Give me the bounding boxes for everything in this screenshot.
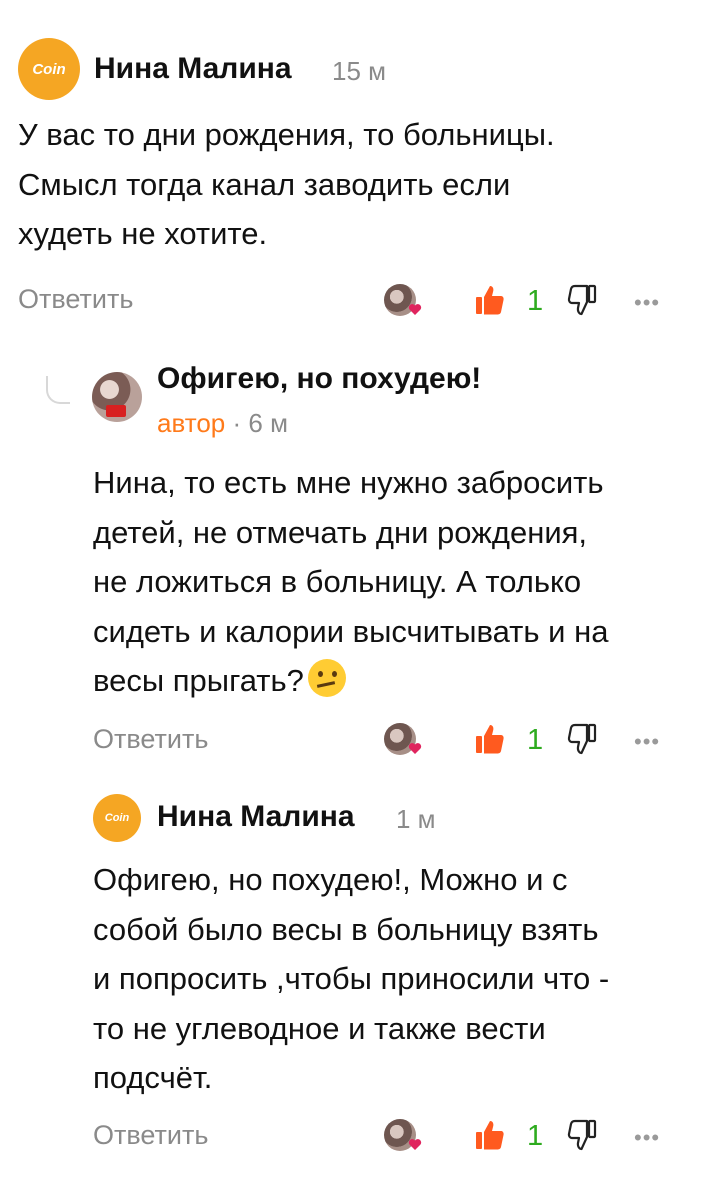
avatar[interactable]	[92, 372, 142, 422]
comment-text-line: Смысл тогда канал заводить если	[18, 166, 511, 202]
comment-time: 1 м	[396, 804, 436, 834]
meta-separator: ·	[232, 408, 242, 438]
comment-text-line: сидеть и калории высчитывать и на	[93, 613, 609, 649]
reply-button[interactable]: Ответить	[93, 724, 208, 755]
comment-text: У вас то дни рождения, то больницы. Смыс…	[18, 110, 555, 259]
comment-time: 6 м	[248, 408, 288, 438]
comment-text-line: Нина, то есть мне нужно забросить	[93, 465, 604, 500]
thinking-face-icon	[307, 659, 346, 697]
heart-icon	[408, 743, 422, 754]
more-dots-icon[interactable]: •••	[634, 729, 660, 755]
comment-text-line: детей, не отмечать дни рождения,	[93, 514, 588, 550]
more-dots-icon[interactable]: •••	[634, 290, 660, 316]
author-name[interactable]: Нина Малина	[94, 52, 292, 86]
thumbs-up-icon[interactable]	[475, 1119, 505, 1151]
author-meta: автор · 6 м	[157, 408, 288, 439]
author-name[interactable]: Нина Малина	[157, 800, 355, 834]
author-tag: автор	[157, 408, 226, 438]
reply-button[interactable]: Ответить	[18, 284, 133, 315]
comment-text-line: подсчёт.	[93, 1060, 213, 1095]
author-name[interactable]: Офигею, но похудею!	[157, 362, 481, 396]
avatar[interactable]: Coin	[18, 38, 80, 100]
more-dots-icon[interactable]: •••	[634, 1125, 660, 1151]
comment-time: 15 м	[332, 56, 387, 86]
comment-text-line-part: весы прыгать?	[93, 663, 304, 698]
thumbs-up-icon[interactable]	[475, 723, 505, 755]
avatar-logo-text: Coin	[104, 812, 130, 824]
comment-text: Офигею, но похудею!, Можно и с собой был…	[93, 855, 609, 1103]
like-count: 1	[527, 724, 544, 756]
heart-icon	[408, 304, 422, 315]
comment-text-line: худеть не хотите.	[18, 216, 268, 251]
comment-text-line: весы прыгать?	[93, 656, 608, 706]
heart-icon	[408, 1139, 422, 1150]
like-count: 1	[527, 285, 544, 317]
avatar-badge	[106, 405, 126, 417]
comment-text-line: собой было весы в больницу взять	[93, 911, 599, 947]
reply-button[interactable]: Ответить	[93, 1120, 208, 1151]
thumbs-up-icon[interactable]	[475, 284, 505, 316]
comment-text-line: Офигею, но похудею!, Можно и с	[93, 862, 568, 897]
comment-text-line: то не углеводное и также вести	[93, 1010, 546, 1046]
thumbs-down-icon[interactable]	[567, 723, 597, 755]
thumbs-down-icon[interactable]	[567, 1119, 597, 1151]
avatar-logo-text: Coin	[32, 60, 66, 78]
comment-text: Нина, то есть мне нужно забросить детей,…	[93, 458, 608, 706]
thread-connector	[46, 376, 70, 404]
thumbs-down-icon[interactable]	[567, 284, 597, 316]
comment-text-line: У вас то дни рождения, то больницы.	[18, 117, 555, 152]
like-count: 1	[527, 1120, 544, 1152]
avatar[interactable]: Coin	[93, 794, 141, 842]
comment-text-line: и попросить ,чтобы приносили что -	[93, 961, 610, 996]
comment-text-line: не ложиться в больницу. А только	[93, 564, 582, 599]
